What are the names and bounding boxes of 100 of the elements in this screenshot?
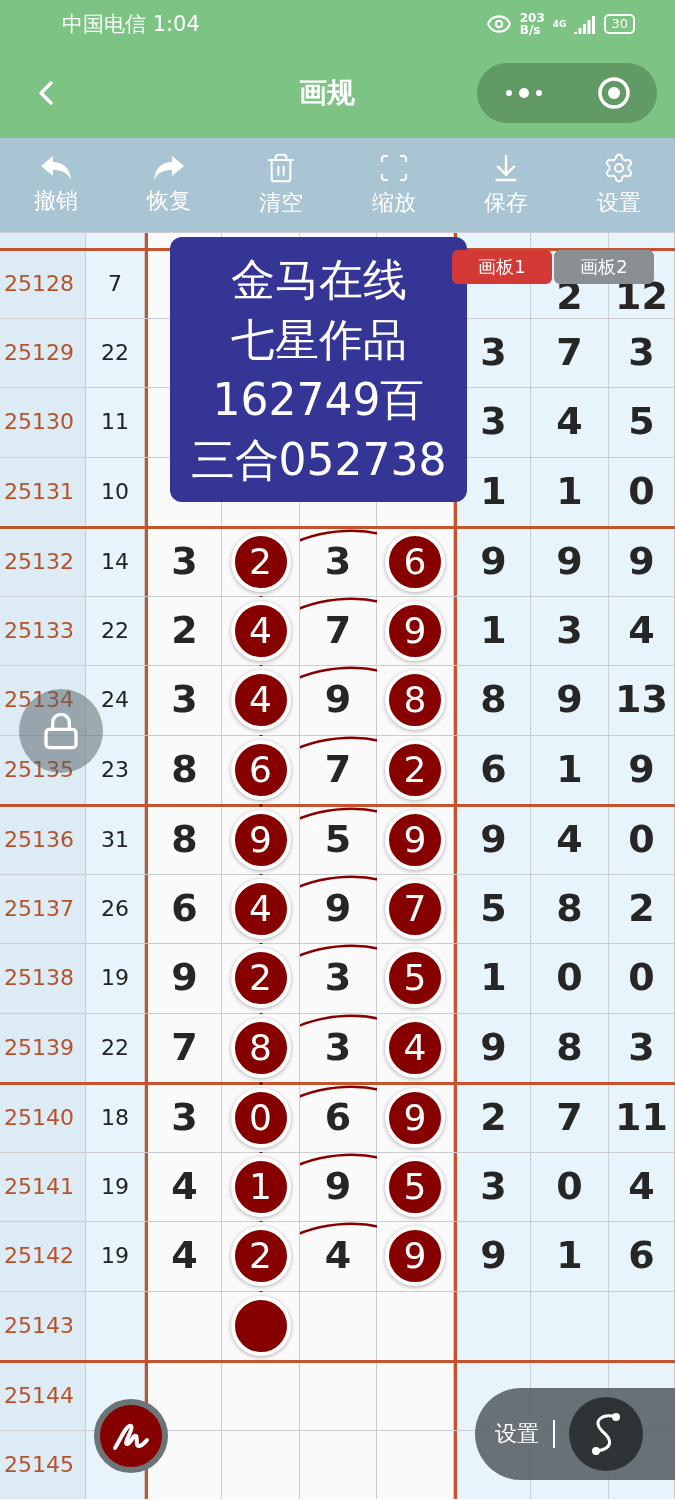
circled-digit[interactable]: 6 bbox=[230, 739, 291, 800]
period-cell: 25133 bbox=[0, 596, 86, 665]
circled-digit[interactable]: 2 bbox=[230, 532, 291, 593]
circled-digit[interactable]: 4 bbox=[230, 670, 291, 731]
digit-cell: 3 bbox=[145, 666, 222, 735]
circled-digit[interactable]: 4 bbox=[230, 600, 291, 661]
digit-cell: 2 bbox=[145, 596, 222, 665]
digit-cell: 4 bbox=[609, 1152, 675, 1221]
battery-level: 30 bbox=[604, 14, 635, 34]
digit-cell: 0 bbox=[531, 1152, 609, 1221]
sum-cell: 22 bbox=[86, 318, 145, 387]
carrier-time: 中国电信 1:04 bbox=[62, 11, 200, 38]
period-cell: 25138 bbox=[0, 944, 86, 1013]
digit-cell: 6 bbox=[145, 874, 222, 943]
period-cell: 25131 bbox=[0, 457, 86, 526]
period-cell: 25141 bbox=[0, 1152, 86, 1221]
digit-cell: 3 bbox=[145, 1085, 222, 1152]
digit-cell: 0 bbox=[609, 457, 675, 526]
redo-icon bbox=[151, 154, 186, 182]
circled-digit[interactable] bbox=[230, 1295, 291, 1356]
circled-digit[interactable]: 9 bbox=[385, 600, 445, 661]
circled-digit[interactable]: 9 bbox=[385, 810, 445, 871]
sum-cell: 19 bbox=[86, 1222, 145, 1291]
sum-cell: 24 bbox=[86, 666, 145, 735]
digit-cell: 9 bbox=[531, 529, 609, 596]
sum-cell: 19 bbox=[86, 1152, 145, 1221]
circled-digit[interactable]: 8 bbox=[230, 1017, 291, 1078]
digit-cell: 3 bbox=[609, 1013, 675, 1082]
period-cell: 25145 bbox=[0, 1430, 86, 1499]
sum-cell: 18 bbox=[86, 1085, 145, 1152]
circled-digit[interactable]: 0 bbox=[230, 1088, 291, 1149]
circled-digit[interactable]: 2 bbox=[230, 1226, 291, 1287]
sum-cell: 10 bbox=[86, 457, 145, 526]
digit-cell: 1 bbox=[531, 1222, 609, 1291]
sum-cell: 19 bbox=[86, 944, 145, 1013]
settings-link[interactable]: 设置 bbox=[495, 1419, 539, 1449]
page-title: 画规 bbox=[297, 75, 356, 111]
period-cell: 25128 bbox=[0, 251, 86, 318]
digit-cell: 1 bbox=[531, 735, 609, 804]
digit-cell: 1 bbox=[454, 944, 531, 1013]
circled-digit[interactable]: 4 bbox=[385, 1017, 445, 1078]
digit-cell: 4 bbox=[609, 596, 675, 665]
digit-cell: 3 bbox=[531, 596, 609, 665]
more-icon[interactable] bbox=[503, 87, 544, 99]
undo-icon bbox=[39, 154, 74, 182]
close-icon[interactable] bbox=[596, 76, 631, 110]
note-text: 金马在线 bbox=[230, 252, 407, 307]
digit-cell: 6 bbox=[454, 735, 531, 804]
sum-cell: 22 bbox=[86, 1013, 145, 1082]
digit-cell: 2 bbox=[454, 1085, 531, 1152]
note-text: 三合052738 bbox=[190, 432, 447, 487]
digit-cell: 0 bbox=[531, 944, 609, 1013]
circled-digit[interactable]: 7 bbox=[385, 878, 445, 939]
digit-cell: 9 bbox=[454, 807, 531, 874]
network-speed: 203 B/s bbox=[519, 12, 545, 36]
circled-digit[interactable]: 5 bbox=[385, 1156, 445, 1217]
digit-cell: 9 bbox=[454, 529, 531, 596]
period-cell: 25135 bbox=[0, 735, 86, 804]
period-cell: 25142 bbox=[0, 1222, 86, 1291]
digit-cell: 6 bbox=[609, 1222, 675, 1291]
circled-digit[interactable]: 8 bbox=[385, 670, 445, 731]
note-text: 162749百 bbox=[212, 372, 425, 427]
period-cell: 25140 bbox=[0, 1085, 86, 1152]
digit-cell: 9 bbox=[609, 529, 675, 596]
sum-cell: 22 bbox=[86, 596, 145, 665]
network-type: 4G bbox=[552, 19, 567, 29]
period-cell: 25136 bbox=[0, 807, 86, 874]
circled-digit[interactable]: 9 bbox=[230, 810, 291, 871]
digit-cell: 0 bbox=[609, 807, 675, 874]
circled-digit[interactable]: 2 bbox=[230, 948, 291, 1009]
digit-cell: 9 bbox=[454, 1222, 531, 1291]
digit-cell: 8 bbox=[145, 807, 222, 874]
digit-cell: 3 bbox=[454, 1152, 531, 1221]
circled-digit[interactable]: 2 bbox=[385, 739, 445, 800]
capsule-menu[interactable] bbox=[477, 63, 657, 123]
digit-cell: 8 bbox=[145, 735, 222, 804]
circled-digit[interactable]: 9 bbox=[385, 1226, 445, 1287]
digit-cell: 4 bbox=[531, 388, 609, 457]
digit-cell: 2 bbox=[609, 874, 675, 943]
digit-cell: 9 bbox=[609, 735, 675, 804]
note-text: 七星作品 bbox=[230, 312, 407, 367]
circled-digit[interactable]: 6 bbox=[385, 532, 445, 593]
lock-icon bbox=[41, 711, 81, 751]
circled-digit[interactable]: 5 bbox=[385, 948, 445, 1009]
circled-digit[interactable]: 9 bbox=[385, 1088, 445, 1149]
digit-cell: 11 bbox=[609, 1085, 675, 1152]
digit-cell: 9 bbox=[145, 944, 222, 1013]
digit-cell: 1 bbox=[531, 457, 609, 526]
digit-cell: 3 bbox=[609, 318, 675, 387]
period-cell: 25129 bbox=[0, 318, 86, 387]
digit-cell: 0 bbox=[609, 944, 675, 1013]
digit-cell: 1 bbox=[454, 596, 531, 665]
sum-cell: 31 bbox=[86, 807, 145, 874]
digit-cell: 5 bbox=[454, 874, 531, 943]
board-tab[interactable]: 画板1 bbox=[452, 250, 552, 284]
period-cell: 25143 bbox=[0, 1291, 86, 1360]
period-cell: 25139 bbox=[0, 1013, 86, 1082]
digit-cell: 13 bbox=[609, 666, 675, 735]
circled-digit[interactable]: 4 bbox=[230, 878, 291, 939]
circled-digit[interactable]: 1 bbox=[230, 1156, 291, 1217]
